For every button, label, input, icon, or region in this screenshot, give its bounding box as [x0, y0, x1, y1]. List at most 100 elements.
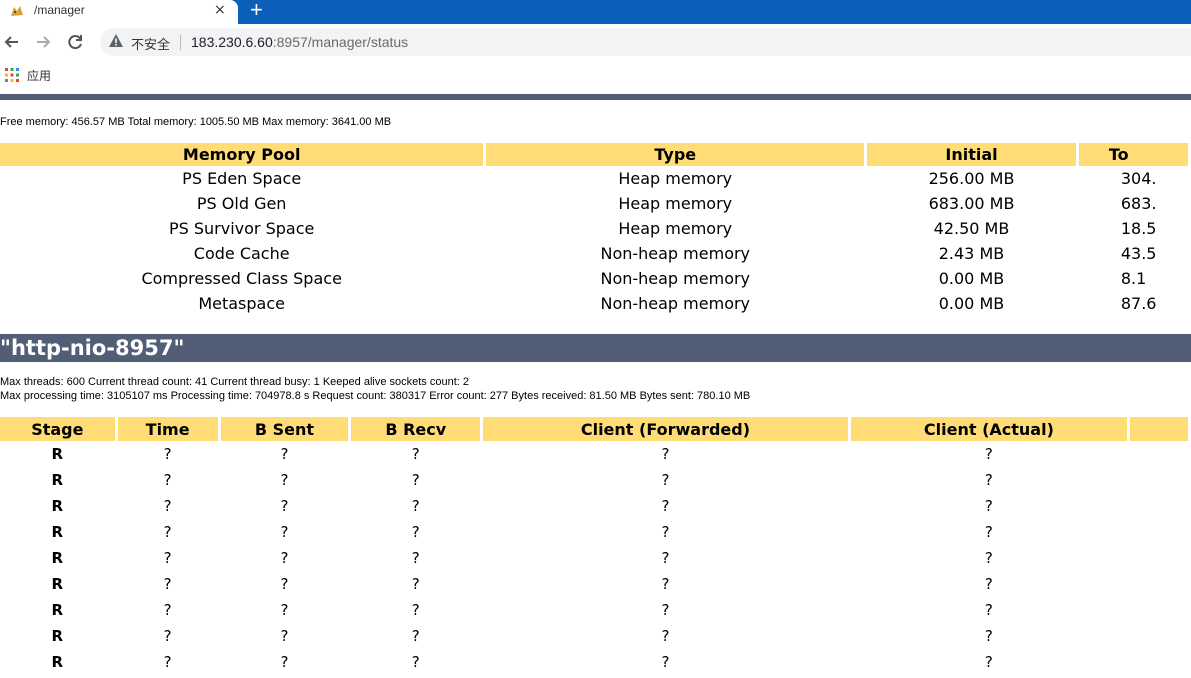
column-header: Client (Actual) [850, 417, 1128, 441]
client-forwarded-cell: ? [661, 471, 670, 489]
stage-cell: R [51, 523, 64, 541]
table-row: PS Survivor Space Heap memory 42.50 MB 1… [0, 216, 1188, 241]
bytes-recv-cell: ? [411, 523, 420, 541]
pool-total: 43.5 [1120, 244, 1157, 263]
pool-initial: 0.00 MB [938, 269, 1005, 288]
column-header: Client (Forwarded) [483, 417, 848, 441]
warning-icon[interactable] [108, 33, 124, 49]
pool-initial: 2.43 MB [938, 244, 1005, 263]
url-text[interactable]: 183.230.6.60:8957/manager/status [191, 34, 408, 50]
connector-title: "http-nio-8957" [0, 336, 185, 360]
pool-name: Code Cache [193, 244, 290, 263]
table-row: R ? ? ? ? ? [0, 519, 1188, 545]
table-row: R ? ? ? ? ? [0, 597, 1188, 623]
column-header: Time [117, 417, 218, 441]
stage-cell: R [51, 653, 64, 671]
time-cell: ? [163, 549, 172, 567]
stage-cell: R [51, 627, 64, 645]
column-header [1130, 417, 1188, 441]
apps-bookmark-label[interactable]: 应用 [27, 67, 51, 84]
table-row: R ? ? ? ? ? [0, 545, 1188, 571]
column-header: To [1078, 143, 1188, 166]
client-forwarded-cell: ? [661, 445, 670, 463]
client-forwarded-cell: ? [661, 497, 670, 515]
bytes-recv-cell: ? [411, 549, 420, 567]
table-row: R ? ? ? ? ? [0, 441, 1188, 467]
tab-strip: /manager × + [0, 0, 1191, 24]
pool-type: Heap memory [618, 219, 733, 238]
client-actual-cell: ? [984, 575, 993, 593]
pool-total: 18.5 [1120, 219, 1157, 238]
pool-total: 8.1 [1120, 269, 1147, 288]
pool-name: PS Survivor Space [168, 219, 315, 238]
pool-total: 87.6 [1120, 294, 1157, 313]
column-header: B Sent [220, 417, 349, 441]
pool-initial: 256.00 MB [928, 169, 1015, 188]
page-content: Free memory: 456.57 MB Total memory: 100… [0, 90, 1191, 678]
table-row: PS Eden Space Heap memory 256.00 MB 304. [0, 166, 1188, 191]
processing-stats: Max processing time: 3105107 ms Processi… [0, 390, 751, 402]
new-tab-button[interactable]: + [250, 0, 263, 23]
client-forwarded-cell: ? [661, 653, 670, 671]
apps-grid-icon[interactable] [5, 68, 19, 82]
client-forwarded-cell: ? [661, 575, 670, 593]
bytes-recv-cell: ? [411, 601, 420, 619]
pool-total: 304. [1120, 169, 1157, 188]
client-actual-cell: ? [984, 627, 993, 645]
url-path: :8957/manager/status [272, 34, 409, 50]
bytes-sent-cell: ? [280, 627, 289, 645]
pool-type: Non-heap memory [600, 294, 751, 313]
forward-arrow-icon[interactable] [32, 31, 54, 53]
thread-stats: Max threads: 600 Current thread count: 4… [0, 376, 469, 388]
bookmarks-bar: 应用 [0, 60, 1191, 90]
client-actual-cell: ? [984, 497, 993, 515]
pool-name: Compressed Class Space [141, 269, 342, 288]
time-cell: ? [163, 575, 172, 593]
client-actual-cell: ? [984, 653, 993, 671]
pool-initial: 42.50 MB [933, 219, 1010, 238]
bytes-sent-cell: ? [280, 653, 289, 671]
stage-cell: R [51, 601, 64, 619]
table-header-row: Stage Time B Sent B Recv Client (Forward… [0, 417, 1188, 441]
client-forwarded-cell: ? [661, 523, 670, 541]
security-label[interactable]: 不安全 [131, 34, 170, 53]
client-actual-cell: ? [984, 445, 993, 463]
client-forwarded-cell: ? [661, 549, 670, 567]
stage-cell: R [51, 471, 64, 489]
bytes-sent-cell: ? [280, 445, 289, 463]
stage-cell: R [51, 549, 64, 567]
address-bar[interactable]: 不安全 183.230.6.60:8957/manager/status [100, 28, 1191, 56]
bytes-sent-cell: ? [280, 575, 289, 593]
time-cell: ? [163, 471, 172, 489]
column-header: Memory Pool [0, 143, 484, 166]
reload-icon[interactable] [64, 31, 86, 53]
table-row: R ? ? ? ? ? [0, 493, 1188, 519]
client-forwarded-cell: ? [661, 627, 670, 645]
client-actual-cell: ? [984, 523, 993, 541]
table-row: PS Old Gen Heap memory 683.00 MB 683. [0, 191, 1188, 216]
bytes-recv-cell: ? [411, 471, 420, 489]
table-header-row: Memory Pool Type Initial To [0, 143, 1188, 166]
stage-cell: R [51, 575, 64, 593]
browser-toolbar: 不安全 183.230.6.60:8957/manager/status [0, 24, 1191, 60]
client-forwarded-cell: ? [661, 601, 670, 619]
jvm-header-bar [0, 94, 1191, 100]
bytes-sent-cell: ? [280, 523, 289, 541]
url-host: 183.230.6.60 [191, 34, 273, 50]
bytes-sent-cell: ? [280, 497, 289, 515]
table-row: Metaspace Non-heap memory 0.00 MB 87.6 [0, 291, 1188, 316]
browser-tab[interactable]: /manager × [0, 0, 238, 24]
pool-name: PS Eden Space [182, 169, 302, 188]
client-actual-cell: ? [984, 471, 993, 489]
pool-type: Non-heap memory [600, 269, 751, 288]
pool-name: PS Old Gen [196, 194, 287, 213]
jvm-memory-summary: Free memory: 456.57 MB Total memory: 100… [0, 116, 392, 128]
back-arrow-icon[interactable] [1, 31, 23, 53]
bytes-sent-cell: ? [280, 549, 289, 567]
bytes-recv-cell: ? [411, 497, 420, 515]
table-row: R ? ? ? ? ? [0, 571, 1188, 597]
client-actual-cell: ? [984, 549, 993, 567]
bytes-sent-cell: ? [280, 601, 289, 619]
pool-type: Non-heap memory [600, 244, 751, 263]
close-tab-icon[interactable]: × [214, 2, 226, 18]
